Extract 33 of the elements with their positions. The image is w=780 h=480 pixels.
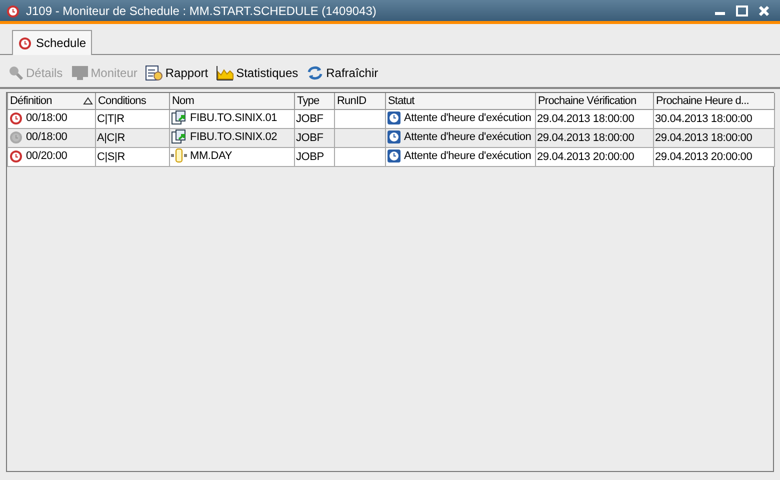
- app-icon: [6, 4, 20, 18]
- column-header[interactable]: Nom: [170, 93, 294, 110]
- toolbar-button[interactable]: Rafraîchir: [306, 65, 378, 81]
- report-icon: [145, 65, 164, 81]
- close-icon[interactable]: [758, 4, 770, 16]
- alarm-clock-icon: [18, 36, 32, 50]
- sort-icon: [83, 97, 93, 105]
- toolbar-button[interactable]: Rapport: [145, 65, 208, 81]
- magnifier-icon: [8, 65, 24, 81]
- table-cell: JOBP: [294, 148, 334, 166]
- clock-icon: [387, 130, 401, 144]
- column-header[interactable]: Conditions: [96, 93, 170, 110]
- toolbar-button[interactable]: Statistiques: [216, 65, 298, 81]
- table-cell: 29.04.2013 20:00:00: [654, 148, 774, 166]
- column-header[interactable]: Statut: [386, 93, 536, 110]
- schedule-tab[interactable]: Schedule: [12, 30, 92, 55]
- table-cell: 29.04.2013 20:00:00: [536, 148, 654, 166]
- maximize-icon[interactable]: [736, 4, 748, 16]
- refresh-icon: [306, 65, 324, 81]
- table-cell: Attente d'heure d'exécution: [386, 148, 536, 166]
- monitor-icon: [70, 65, 89, 81]
- column-header[interactable]: Prochaine Vérification: [536, 93, 654, 110]
- table-cell: 00/20:00: [8, 148, 96, 166]
- workflow-icon: [171, 148, 187, 163]
- column-header[interactable]: Définition: [8, 93, 96, 110]
- column-header[interactable]: Prochaine Heure d...: [654, 93, 774, 110]
- table-cell: C|S|R: [96, 148, 170, 166]
- column-header[interactable]: Type: [294, 93, 334, 110]
- column-header[interactable]: RunID: [334, 93, 386, 110]
- table-cell: [334, 148, 386, 166]
- chart-icon: [216, 65, 234, 81]
- window-title: J109 - Moniteur de Schedule : MM.START.SCHEDULE (1409043): [26, 4, 378, 18]
- table-cell: MM.DAY: [170, 148, 294, 166]
